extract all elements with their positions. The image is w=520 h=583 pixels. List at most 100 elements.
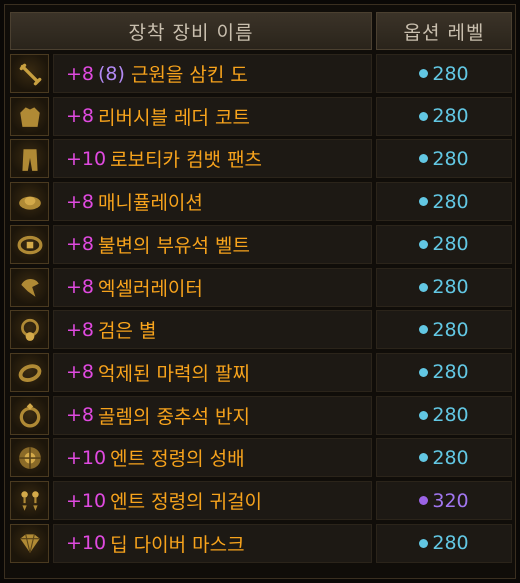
option-level-cell: 280: [376, 96, 512, 136]
armband-icon[interactable]: [10, 352, 49, 392]
option-level-cell: 280: [376, 352, 512, 392]
item-name-cell[interactable]: +8 억제된 마력의 팔찌: [53, 352, 372, 392]
enhance-level: +10: [66, 147, 107, 170]
option-level-value: 280: [432, 532, 469, 555]
option-level-value: 280: [432, 62, 469, 85]
bracelet-icon[interactable]: [10, 267, 49, 307]
option-level-value: 320: [432, 489, 469, 512]
tier-dot-icon: [419, 239, 429, 249]
equipment-row[interactable]: +8 불변의 부유석 벨트 280: [10, 224, 512, 264]
enhance-level: +8: [66, 62, 95, 85]
tier-dot-icon: [419, 197, 429, 207]
equipment-row[interactable]: +8 (8) 근원을 삼킨 도 280: [10, 54, 512, 93]
equipment-row[interactable]: +8 검은 별 280: [10, 310, 512, 350]
belt-icon[interactable]: [10, 224, 49, 264]
option-level-value: 280: [432, 276, 469, 298]
item-name-cell[interactable]: +8 골렘의 중추석 반지: [53, 395, 372, 435]
equipment-row[interactable]: +8 억제된 마력의 팔찌 280: [10, 352, 512, 392]
coat-icon[interactable]: [10, 96, 49, 136]
option-level-value: 280: [432, 361, 469, 384]
item-name-cell[interactable]: +8 검은 별: [53, 310, 372, 350]
option-level-cell: 280: [376, 310, 512, 350]
item-name-cell[interactable]: +10 딥 다이버 마스크: [53, 523, 372, 563]
option-level-cell: 320: [376, 481, 512, 520]
pants-icon[interactable]: [10, 139, 49, 179]
item-name-cell[interactable]: +8 매니퓰레이션: [53, 182, 372, 222]
item-name: 억제된 마력의 팔찌: [98, 362, 250, 385]
item-name-cell[interactable]: +8 불변의 부유석 벨트: [53, 224, 372, 264]
item-name-cell[interactable]: +8 엑셀러레이터: [53, 267, 372, 307]
tier-dot-icon: [419, 69, 429, 78]
enhance-level: +8: [66, 318, 95, 341]
tier-dot-icon: [419, 453, 429, 463]
header-equipment-name: 장착 장비 이름: [10, 12, 372, 50]
option-level-cell: 280: [376, 438, 512, 478]
tier-dot-icon: [419, 325, 429, 335]
option-level-cell: 280: [376, 54, 512, 93]
item-name: 골렘의 중추석 반지: [98, 405, 250, 428]
sword-icon[interactable]: [10, 54, 49, 93]
item-name: 불변의 부유석 벨트: [98, 234, 250, 257]
equipment-row[interactable]: +10 엔트 정령의 귀걸이 320: [10, 481, 512, 520]
option-level-value: 280: [432, 105, 469, 128]
item-name: 엔트 정령의 귀걸이: [110, 491, 263, 513]
mask-icon[interactable]: [10, 523, 49, 563]
equipment-row[interactable]: +8 매니퓰레이션 280: [10, 182, 512, 222]
option-level-value: 280: [432, 404, 469, 427]
item-name: 엔트 정령의 성배: [110, 448, 245, 471]
enhance-level: +10: [66, 532, 107, 555]
enhance-level: +8: [66, 361, 95, 384]
option-level-value: 280: [432, 147, 469, 170]
option-level-cell: 280: [376, 139, 512, 179]
item-name: 리버시블 레더 코트: [98, 106, 250, 129]
enhance-level: +8: [66, 105, 95, 128]
item-name-cell[interactable]: +10 로보티카 컴뱃 팬츠: [53, 139, 372, 179]
equipment-row[interactable]: +8 리버시블 레더 코트 280: [10, 96, 512, 136]
shoulder-icon[interactable]: [10, 182, 49, 222]
equipment-row[interactable]: +10 딥 다이버 마스크 280: [10, 523, 512, 563]
tier-dot-icon: [419, 154, 429, 164]
enhance-level: +10: [66, 489, 107, 512]
item-name: 딥 다이버 마스크: [110, 533, 245, 556]
chalice-icon[interactable]: [10, 438, 49, 478]
option-level-cell: 280: [376, 224, 512, 264]
item-name: 매니퓰레이션: [98, 192, 203, 215]
item-name: 로보티카 컴뱃 팬츠: [110, 149, 263, 172]
option-level-cell: 280: [376, 395, 512, 435]
table-header: 장착 장비 이름 옵션 레벨: [10, 12, 512, 50]
equipment-row[interactable]: +10 로보티카 컴뱃 팬츠 280: [10, 139, 512, 179]
item-name-cell[interactable]: +10 엔트 정령의 귀걸이: [53, 481, 372, 520]
option-level-value: 280: [432, 446, 469, 469]
equipment-row[interactable]: +8 엑셀러레이터 280: [10, 267, 512, 307]
item-name-cell[interactable]: +8 (8) 근원을 삼킨 도: [53, 54, 372, 93]
earring-icon[interactable]: [10, 481, 49, 520]
tier-dot-icon: [419, 111, 429, 121]
tier-dot-icon: [419, 367, 429, 377]
option-level-cell: 280: [376, 267, 512, 307]
item-name: 검은 별: [98, 320, 157, 343]
tier-dot-icon: [419, 282, 429, 292]
header-option-level: 옵션 레벨: [376, 12, 512, 50]
necklace-icon[interactable]: [10, 310, 49, 350]
equipment-row[interactable]: +8 골렘의 중추석 반지 280: [10, 395, 512, 435]
enhance-level: +8: [66, 233, 95, 256]
item-name-cell[interactable]: +8 리버시블 레더 코트: [53, 96, 372, 136]
item-name-cell[interactable]: +10 엔트 정령의 성배: [53, 438, 372, 478]
tier-dot-icon: [419, 496, 429, 505]
option-level-value: 280: [432, 233, 469, 256]
tier-dot-icon: [419, 538, 429, 548]
enhance-level: +8: [66, 276, 95, 298]
option-level-value: 280: [432, 318, 469, 341]
enhance-level: +8: [66, 404, 95, 427]
enhance-level: +8: [66, 190, 95, 213]
enhance-level: +10: [66, 446, 107, 469]
option-level-value: 280: [432, 190, 469, 213]
item-name: 근원을 삼킨 도: [130, 64, 248, 86]
item-name: 엑셀러레이터: [98, 277, 203, 300]
tier-dot-icon: [419, 410, 429, 420]
equipment-row[interactable]: +10 엔트 정령의 성배 280: [10, 438, 512, 478]
extra-level: (8): [98, 62, 125, 85]
ring-icon[interactable]: [10, 395, 49, 435]
option-level-cell: 280: [376, 523, 512, 563]
option-level-cell: 280: [376, 182, 512, 222]
